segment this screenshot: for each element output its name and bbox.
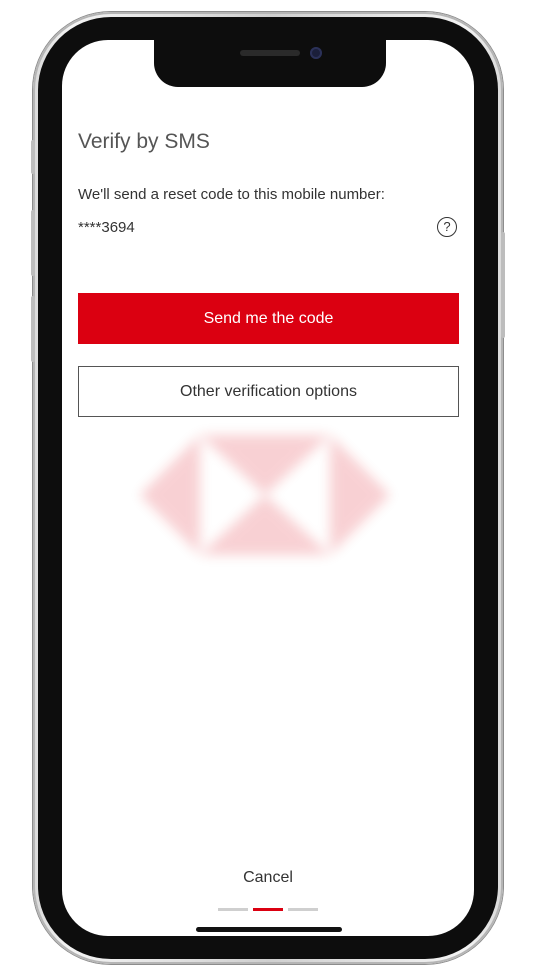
- page-indicator-step-3: [288, 908, 318, 911]
- other-verification-options-button[interactable]: Other verification options: [78, 366, 459, 417]
- page-indicator-step-2: [253, 908, 283, 911]
- phone-screen: Verify by SMS We'll send a reset code to…: [62, 40, 474, 936]
- front-camera-icon: [310, 47, 322, 59]
- mute-switch: [31, 140, 35, 174]
- volume-up-button: [31, 210, 35, 276]
- volume-down-button: [31, 296, 35, 362]
- send-code-button[interactable]: Send me the code: [78, 293, 459, 344]
- page-title: Verify by SMS: [78, 130, 210, 153]
- speaker-grille: [240, 50, 300, 56]
- stage: Verify by SMS We'll send a reset code to…: [0, 0, 535, 976]
- page-indicator-step-1: [218, 908, 248, 911]
- page-indicator: [218, 908, 318, 912]
- home-indicator[interactable]: [196, 927, 342, 932]
- help-icon[interactable]: ?: [437, 217, 457, 237]
- phone-frame: Verify by SMS We'll send a reset code to…: [33, 12, 503, 964]
- instruction-text: We'll send a reset code to this mobile n…: [78, 186, 385, 203]
- cancel-button[interactable]: Cancel: [212, 864, 324, 892]
- notch: [154, 40, 386, 87]
- hexagon-logo-watermark-icon: [140, 435, 390, 555]
- power-button: [501, 232, 505, 338]
- masked-mobile-number: ****3694: [78, 219, 135, 236]
